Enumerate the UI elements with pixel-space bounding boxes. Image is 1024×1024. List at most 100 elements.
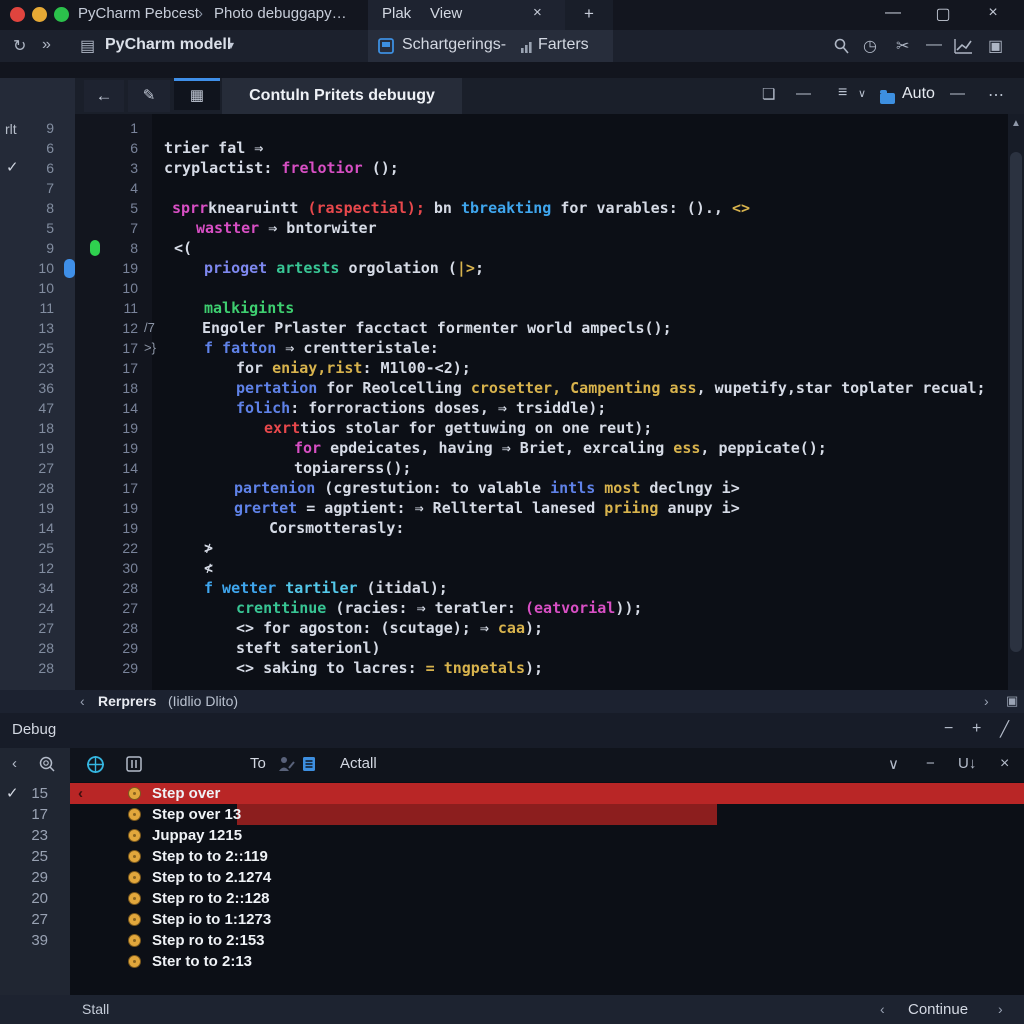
code-line[interactable]: 2317for eniay,rist: M1l00-<2); (0, 358, 1008, 378)
debug-row[interactable]: 20Step ro to 2::128 (0, 888, 1024, 909)
editor-scrollbar[interactable]: ▲ (1008, 114, 1024, 690)
panel-icon[interactable]: ▣ (988, 36, 1003, 56)
debug-plus-icon[interactable]: + (972, 720, 981, 738)
code-line[interactable]: 2817partenion (cgrestution: to valable i… (0, 478, 1008, 498)
editor-back-button[interactable]: ← (84, 80, 124, 112)
breakpoint-icon[interactable] (128, 892, 141, 905)
code-line[interactable]: 2829<> saking to lacres: = tngpetals); (0, 658, 1008, 678)
scroll-up-icon[interactable]: ▲ (1009, 118, 1023, 129)
cut-icon[interactable]: ✂ (896, 36, 909, 56)
editor-tab[interactable]: Contuln Pritets debuugy (222, 78, 462, 114)
code-line[interactable]: 57wastter ⇒ bntorwiter (0, 218, 1008, 238)
code-line[interactable]: 3428f wetter tartiler (itidal); (0, 578, 1008, 598)
debug-pen-icon[interactable]: ╱ (1000, 720, 1009, 738)
code-line[interactable]: 1819exrttios stolar for gettuwing on one… (0, 418, 1008, 438)
scrollbar-thumb[interactable] (1010, 152, 1022, 652)
clock-icon[interactable]: ◷ (863, 36, 877, 56)
more-icon[interactable]: ⋯ (988, 85, 1004, 105)
continue-button[interactable]: Continue (908, 1001, 968, 1018)
collapse-dash-icon[interactable]: — (796, 85, 811, 102)
code-line[interactable]: 85sprrknearuintt (raspectial); bn tbreak… (0, 198, 1008, 218)
code-line[interactable]: 66trier fal ⇒ (0, 138, 1008, 158)
refresh-icon[interactable]: ↻ (13, 36, 26, 56)
code-line[interactable]: 1919grertet = agptient: ⇒ Relltertal lan… (0, 498, 1008, 518)
debug-row[interactable]: 25Step to to 2::119 (0, 846, 1024, 867)
debug-row[interactable]: 17Step over 13 (0, 804, 1024, 825)
window-maximize-icon[interactable]: ▢ (930, 4, 956, 24)
debug-row[interactable]: 23Juppay 1215 (0, 825, 1024, 846)
project-selector[interactable]: PyCharm modell (105, 36, 231, 54)
code-line[interactable]: 1312/7Engoler Prlaster facctact formente… (0, 318, 1008, 338)
person-edit-icon[interactable] (278, 756, 295, 772)
breakpoint-icon[interactable] (128, 955, 141, 968)
debug-tab-actall[interactable]: Actall (340, 755, 377, 772)
run-config-widget[interactable]: Schartgerings- Farters (368, 30, 613, 62)
code-line[interactable]: 2517>}f fatton ⇒ crentteristale: (0, 338, 1008, 358)
frames-icon[interactable] (126, 756, 142, 772)
debug-row[interactable]: Ster to to 2:13 (0, 951, 1024, 972)
code-line[interactable]: 2728<> for agoston: (scutage); ⇒ caa); (0, 618, 1008, 638)
chevron-down-icon[interactable]: ∨ (888, 755, 899, 773)
menu-plak[interactable]: Plak (382, 5, 411, 22)
chart-icon[interactable] (954, 38, 973, 55)
code-line[interactable]: 1010 (0, 278, 1008, 298)
code-line[interactable]: 2427crenttinue (racies: ⇒ teratler: (eat… (0, 598, 1008, 618)
book-icon[interactable]: ❏ (762, 85, 775, 103)
debug-search-icon[interactable] (38, 756, 55, 773)
list-icon[interactable]: ≡ (838, 84, 847, 102)
chevron-down-icon[interactable]: ▾ (228, 38, 234, 52)
code-line[interactable]: 3618pertation for Reolcelling crosetter,… (0, 378, 1008, 398)
code-line[interactable]: 6✓3cryplactist: frelotior (); (0, 158, 1008, 178)
debug-row[interactable]: 27Step io to 1:1273 (0, 909, 1024, 930)
minimize-traffic-light[interactable] (32, 7, 47, 22)
status-next-icon[interactable]: › (998, 1001, 1003, 1017)
list-caret-icon[interactable]: ∨ (858, 87, 866, 100)
code-line[interactable]: 1111malkigints (0, 298, 1008, 318)
search-icon[interactable] (833, 38, 850, 55)
code-line[interactable]: 4714folich: forroractions doses, ⇒ trsid… (0, 398, 1008, 418)
breakpoint-icon[interactable] (128, 787, 141, 800)
window-minimize-icon[interactable]: — (880, 4, 906, 22)
bottombar-panel-icon[interactable]: ▣ (1006, 693, 1018, 709)
code-line[interactable]: 74 (0, 178, 1008, 198)
code-line[interactable]: 2714topiarerss(); (0, 458, 1008, 478)
menu-view[interactable]: View (430, 5, 462, 22)
target-icon[interactable] (86, 755, 105, 774)
bottombar-forward-icon[interactable]: › (984, 693, 989, 709)
u-down-icon[interactable]: U↓ (958, 755, 976, 772)
debug-minus-icon[interactable]: − (944, 720, 953, 738)
breakpoint-icon[interactable] (128, 913, 141, 926)
status-prev-icon[interactable]: ‹ (880, 1001, 885, 1017)
auto-label[interactable]: Auto (902, 85, 935, 103)
chevrons-right-icon[interactable]: » (42, 36, 51, 54)
zoom-traffic-light[interactable] (54, 7, 69, 22)
debug-tab-to[interactable]: To (250, 755, 266, 772)
breakpoint-icon[interactable] (128, 808, 141, 821)
code-line[interactable]: 91 (0, 118, 1008, 138)
debug-row[interactable]: 39Step ro to 2:153 (0, 930, 1024, 951)
code-line[interactable]: 98<( (0, 238, 1008, 258)
blue-marker-icon[interactable] (64, 259, 75, 278)
debug-back-icon[interactable]: ‹ (12, 755, 17, 772)
tab-close-icon[interactable]: × (533, 4, 542, 21)
window-tab[interactable]: Plak View × (368, 0, 565, 30)
code-line[interactable]: 2829steft saterionl) (0, 638, 1008, 658)
code-line[interactable]: 1019prioget artests orgolation (|>; (0, 258, 1008, 278)
debug-row[interactable]: 29Step to to 2.1274 (0, 867, 1024, 888)
breakpoint-icon[interactable] (128, 850, 141, 863)
divider-dash-2-icon[interactable]: — (950, 85, 965, 102)
bottombar-back-icon[interactable]: ‹ (80, 693, 85, 709)
close-traffic-light[interactable] (10, 7, 25, 22)
edit-button[interactable]: ✎ (128, 80, 170, 112)
structure-button[interactable]: ▦ (174, 78, 220, 110)
breakpoint-icon[interactable] (128, 871, 141, 884)
debug-close-icon[interactable]: × (1000, 755, 1009, 773)
debug-row[interactable]: ✓15‹Step over (0, 783, 1024, 804)
code-line[interactable]: 2522≯ (0, 538, 1008, 558)
toolbar-minus-icon[interactable]: − (926, 755, 935, 772)
code-line[interactable]: 1230≮ (0, 558, 1008, 578)
code-line[interactable]: 1919for epdeicates, having ⇒ Briet, exrc… (0, 438, 1008, 458)
document-icon[interactable] (302, 756, 316, 772)
window-close-icon[interactable]: × (980, 4, 1006, 22)
code-line[interactable]: 1419Corsmotterasly: (0, 518, 1008, 538)
